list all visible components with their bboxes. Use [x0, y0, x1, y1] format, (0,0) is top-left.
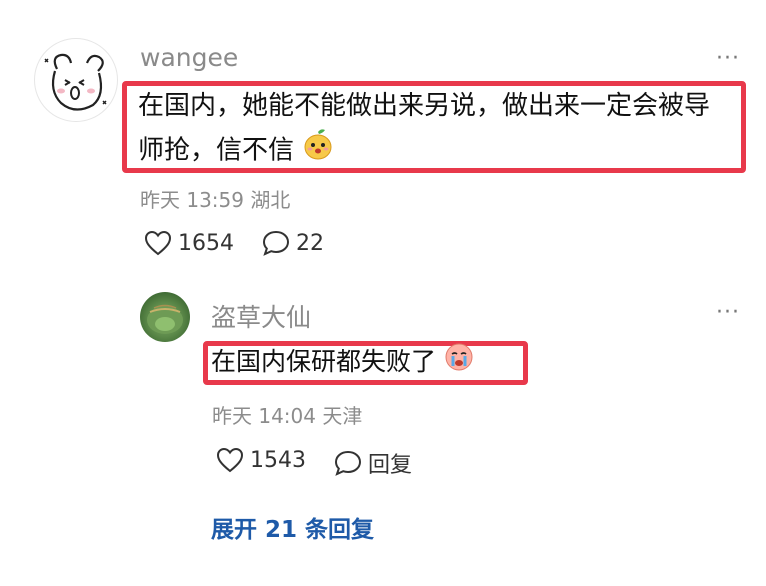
reply-time: 昨天 14:04 — [212, 404, 316, 428]
comment-reply-button[interactable]: 22 — [262, 230, 324, 256]
comment-time: 昨天 13:59 — [140, 188, 244, 212]
comment-text-line-2-text: 师抢，信不信 — [138, 135, 295, 166]
comment-meta: 昨天 13:59 湖北 — [140, 184, 290, 213]
user-avatar[interactable] — [34, 38, 118, 122]
comment-reply-count: 22 — [296, 230, 324, 256]
reply-like-button[interactable]: 1543 — [216, 447, 306, 473]
comment-more-menu[interactable]: ··· — [716, 46, 740, 71]
reply-user-avatar[interactable] — [140, 292, 190, 342]
reply-reply-label: 回复 — [368, 453, 413, 478]
mango-cute-emoji — [302, 128, 334, 174]
reply-username[interactable]: 盗草大仙 — [211, 298, 311, 334]
comment-like-count: 1654 — [178, 230, 234, 256]
heart-icon — [144, 230, 172, 256]
comment-bubble-icon — [262, 230, 290, 256]
reply-text-content: 在国内保研都失败了 — [211, 347, 437, 376]
heart-icon — [216, 447, 244, 473]
crying-emoji — [444, 342, 474, 384]
comment-bubble-icon — [334, 450, 362, 476]
comment-text-line-1: 在国内，她能不能做出来另说，做出来一定会被导 — [138, 91, 711, 121]
bear-doodle-icon — [44, 53, 107, 111]
reply-like-count: 1543 — [250, 447, 306, 473]
grass-photo-icon — [147, 304, 183, 334]
comment-like-button[interactable]: 1654 — [144, 230, 234, 256]
expand-replies-link[interactable]: 展开 21 条回复 — [211, 510, 374, 544]
reply-more-menu[interactable]: ··· — [716, 300, 740, 325]
comment-text-line-2: 师抢，信不信 — [138, 128, 738, 174]
reply-meta: 昨天 14:04 天津 — [212, 400, 362, 429]
comment-text: 在国内，她能不能做出来另说，做出来一定会被导 师抢，信不信 — [138, 84, 738, 174]
reply-text: 在国内保研都失败了 — [211, 342, 474, 384]
comment-username[interactable]: wangee — [140, 43, 238, 72]
reply-reply-button[interactable]: 回复 — [334, 447, 412, 479]
comment-location: 湖北 — [250, 188, 291, 212]
reply-location: 天津 — [322, 404, 363, 428]
